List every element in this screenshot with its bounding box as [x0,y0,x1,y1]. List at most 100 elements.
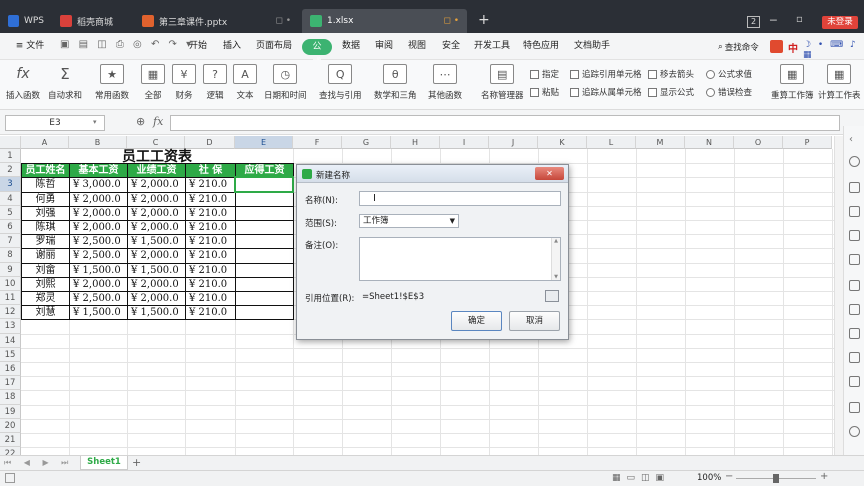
row-header[interactable]: 10 [0,276,21,291]
row-header[interactable]: 8 [0,248,21,263]
table-cell[interactable]: ¥ 210.0 [185,205,236,221]
menu-view[interactable]: 视图 [403,33,431,60]
column-header[interactable]: A [21,136,69,149]
search-command[interactable]: ⌕ 查找命令 [718,41,759,53]
file-menu[interactable]: ≡ 文件 [6,33,54,60]
tab-store[interactable]: 稻壳商城 [52,9,134,33]
view-mode-icons[interactable]: ▦▭◫▣ [612,473,670,483]
new-tab-button[interactable]: + [478,13,490,27]
properties-icon[interactable] [849,254,860,265]
formula-input[interactable] [170,115,840,131]
row-header[interactable]: 17 [0,376,21,391]
employee-name-cell[interactable]: 陈琪 [21,220,70,236]
employee-name-cell[interactable]: 刘熙 [21,276,70,292]
zoom-in-button[interactable]: + [820,471,828,482]
sheet-nav-icons[interactable]: ⏮ ◀ ▶ ⏭ [4,458,73,468]
macro-icon[interactable] [5,473,15,483]
table-cell[interactable]: ¥ 210.0 [185,248,236,264]
lookup-reference-button[interactable]: Q 查找与引用 [319,64,362,101]
table-header-cell[interactable]: 业绩工资 [127,163,186,179]
employee-name-cell[interactable]: 何勇 [21,191,70,207]
table-cell[interactable]: ¥ 3,000.0 [69,177,128,193]
tab-wps[interactable]: WPS [0,9,52,33]
check-icon[interactable] [849,280,860,291]
ime-language-badge[interactable]: 中 [788,40,798,55]
menu-page-layout[interactable]: 页面布局 [253,33,295,60]
table-cell[interactable]: ¥ 1,500.0 [69,262,128,278]
zoom-level[interactable]: 100% [697,473,721,483]
table-cell[interactable]: ¥ 2,500.0 [69,234,128,250]
table-cell[interactable]: ¥ 2,000.0 [69,276,128,292]
tab-close-icon[interactable]: ◻ • [443,16,459,26]
table-cell[interactable] [235,248,294,264]
table-header-cell[interactable]: 员工姓名 [21,163,70,179]
table-cell[interactable]: ¥ 2,000.0 [69,220,128,236]
chevron-down-icon[interactable]: ▾ [93,118,97,126]
table-cell[interactable] [235,262,294,278]
evaluate-formula-button[interactable]: 公式求值 [706,68,752,80]
login-button[interactable]: 未登录 [822,16,858,29]
table-cell[interactable]: ¥ 210.0 [185,262,236,278]
window-count-badge[interactable]: 2 [747,16,760,28]
column-header[interactable]: I [440,136,489,149]
menu-features[interactable]: 特色应用 [520,33,562,60]
column-header[interactable]: G [342,136,391,149]
table-cell[interactable]: ¥ 2,500.0 [69,291,128,307]
column-header[interactable]: O [734,136,783,149]
maximize-icon[interactable]: ▫ [796,14,803,25]
zoom-icon[interactable]: ⊕ [136,115,145,128]
calc-sheet-button[interactable]: ▦ 计算工作表 [818,64,861,101]
trace-precedents-button[interactable]: 追踪引用单元格 [570,68,642,80]
column-header[interactable]: K [538,136,587,149]
employee-name-cell[interactable]: 刘强 [21,205,70,221]
recalc-workbook-button[interactable]: ▦ 重算工作簿 [771,64,814,101]
employee-name-cell[interactable]: 罗瑞 [21,234,70,250]
column-header[interactable]: E [235,136,293,149]
menu-data[interactable]: 数据 [337,33,365,60]
zoom-out-button[interactable]: − [725,471,733,482]
all-functions-button[interactable]: ▦ 全部 [141,64,165,101]
column-header[interactable]: B [69,136,127,149]
row-header[interactable]: 13 [0,319,21,334]
column-header[interactable]: L [587,136,636,149]
style-icon[interactable] [849,156,860,167]
quick-access-icons[interactable]: ▣ ▤ ◫ ⎙ ◎ ↶ ↷ ▾ [60,39,194,50]
column-header[interactable]: H [391,136,440,149]
table-cell[interactable] [235,205,294,221]
row-header[interactable]: 12 [0,305,21,320]
remove-arrows-button[interactable]: 移去箭头 [648,68,694,80]
table-cell[interactable]: ¥ 210.0 [185,191,236,207]
video-icon[interactable] [849,402,860,413]
trace-dependents-button[interactable]: 追踪从属单元格 [570,86,642,98]
column-header[interactable]: N [685,136,734,149]
row-header[interactable]: 1 [0,149,21,164]
help-icon[interactable] [849,426,860,437]
name-box[interactable]: E3 [5,115,105,131]
row-header[interactable]: 7 [0,234,21,249]
menu-insert[interactable]: 插入 [218,33,246,60]
cancel-button[interactable]: 取消 [509,311,560,331]
row-header[interactable]: 16 [0,362,21,377]
menu-review[interactable]: 审阅 [370,33,398,60]
more-functions-button[interactable]: ⋯ 其他函数 [428,64,462,101]
comment-textarea[interactable]: ▲ ▼ [359,237,561,281]
insert-function-button[interactable]: fx 插入函数 [6,64,40,101]
menu-developer[interactable]: 开发工具 [471,33,513,60]
employee-name-cell[interactable]: 谢丽 [21,248,70,264]
scope-select[interactable]: 工作簿 ▼ [359,214,459,228]
minimize-icon[interactable]: ─ [770,14,777,27]
table-cell[interactable]: ¥ 210.0 [185,305,236,321]
row-header[interactable]: 6 [0,220,21,235]
table-icon[interactable] [849,182,860,193]
add-sheet-button[interactable]: + [132,456,141,469]
table-cell[interactable]: ¥ 1,500.0 [127,262,186,278]
column-header[interactable]: C [127,136,185,149]
range-picker-icon[interactable] [545,290,559,302]
backup-icon[interactable] [849,328,860,339]
row-header[interactable]: 15 [0,347,21,362]
column-header[interactable]: D [185,136,235,149]
table-cell[interactable]: ¥ 210.0 [185,291,236,307]
row-header[interactable]: 19 [0,404,21,419]
menu-formula[interactable]: 公式 [302,39,332,68]
employee-name-cell[interactable]: 刘慧 [21,305,70,321]
